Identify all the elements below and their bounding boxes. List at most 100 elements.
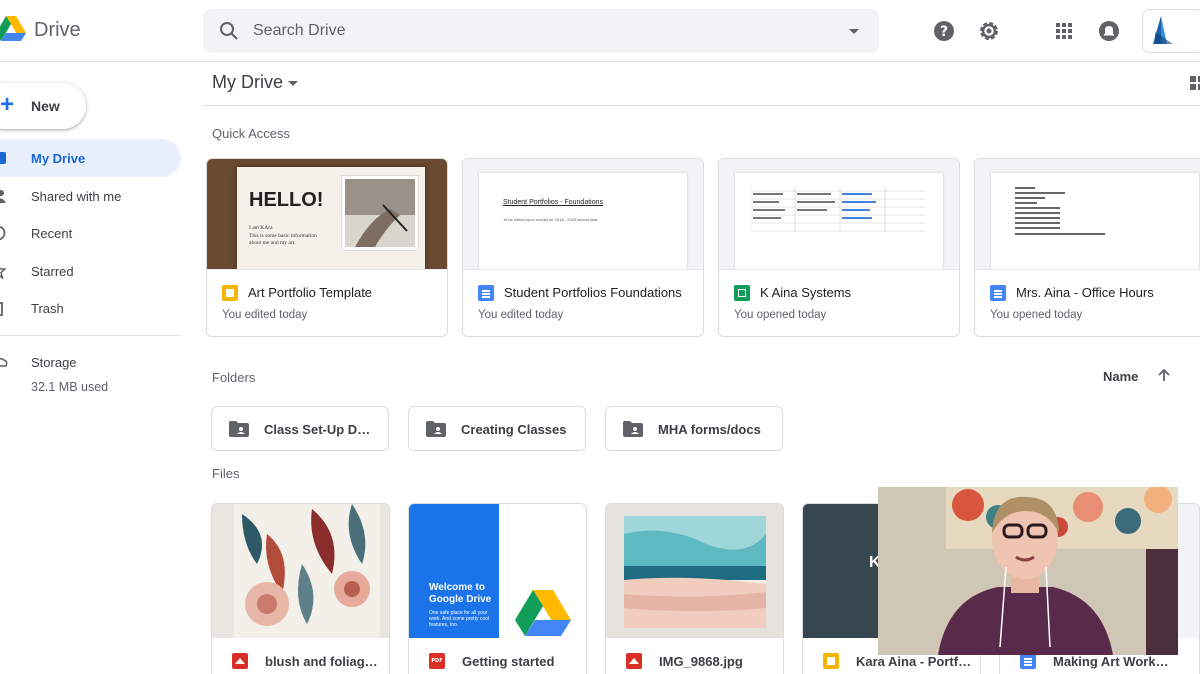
people-icon: [0, 189, 6, 203]
activity-text: You opened today: [734, 309, 827, 321]
search-icon[interactable]: [219, 21, 239, 41]
section-heading-quick-access: Quick Access: [212, 126, 291, 141]
slides-icon: [222, 285, 238, 301]
welcome-text: One safe place for all your work. And so…: [429, 610, 490, 628]
shared-folder-icon: [623, 421, 643, 437]
file-label: Making Art Work Digital: [1053, 654, 1169, 669]
account-avatar[interactable]: [1142, 9, 1200, 53]
file-item[interactable]: IMG_9868.jpg: [605, 503, 784, 674]
folder-label: MHA forms/docs: [658, 422, 761, 437]
main-divider: [203, 105, 1200, 106]
file-label: blush and foliage watercolor: [265, 654, 381, 669]
notifications-icon[interactable]: [1097, 19, 1121, 43]
chevron-down-icon[interactable]: [288, 81, 298, 86]
search-input[interactable]: [253, 17, 813, 45]
arrow-up-icon[interactable]: [1157, 368, 1171, 382]
doc-text: To be edited upon receipt for 2018 - 201…: [503, 217, 598, 222]
sidebar-item-starred[interactable]: Starred: [0, 252, 181, 290]
folder-label: Class Set-Up Documents: [264, 422, 378, 437]
file-thumbnail: [606, 504, 783, 638]
drawing-hand-photo: [345, 179, 415, 247]
sidebar-divider: [0, 335, 181, 336]
apps-grid-icon[interactable]: [1052, 19, 1076, 43]
search-options-icon[interactable]: [849, 29, 859, 34]
folder-label: Creating Classes: [461, 422, 567, 437]
docs-icon: [478, 285, 494, 301]
activity-text: You opened today: [990, 309, 1083, 321]
sidebar-item-shared-with-me[interactable]: Shared with me: [0, 177, 181, 215]
activity-text: You edited today: [478, 309, 564, 321]
quick-access-card[interactable]: K Aina Systems You opened today: [718, 158, 960, 337]
settings-icon[interactable]: [977, 19, 1001, 43]
doc-heading: Student Portfolios - Foundations: [503, 199, 604, 206]
quick-access-card[interactable]: Student Portfolios - Foundations To be e…: [462, 158, 704, 337]
sidebar-item-label: Trash: [31, 301, 64, 316]
storage-label[interactable]: Storage: [31, 355, 77, 370]
file-label: Kara Aina - Portfolio: [856, 654, 972, 669]
doc-text-lines-graphic: [1015, 187, 1105, 235]
file-title: Student Portfolios Foundations: [504, 285, 682, 300]
sheet-preview: [735, 173, 943, 269]
slide-heading: HELLO!: [249, 189, 324, 211]
card-thumbnail: Student Portfolios - Foundations To be e…: [463, 159, 703, 270]
quick-access-card[interactable]: HELLO! I am KAra This is some basic info…: [206, 158, 448, 337]
card-thumbnail: [975, 159, 1200, 270]
file-label: IMG_9868.jpg: [659, 654, 743, 669]
section-heading-files: Files: [212, 466, 240, 481]
image-file-icon: [232, 653, 248, 669]
section-heading-folders: Folders: [212, 370, 256, 385]
folder-item[interactable]: MHA forms/docs: [605, 406, 783, 451]
help-icon[interactable]: ?: [932, 19, 956, 43]
welcome-panel: Welcome to Google Drive One safe place f…: [409, 504, 499, 638]
file-thumbnail: [212, 504, 389, 638]
drive-logo-icon[interactable]: [0, 14, 26, 44]
activity-text: You edited today: [222, 309, 308, 321]
slides-icon: [823, 653, 839, 669]
sort-by-name-button[interactable]: Name: [1103, 369, 1138, 384]
slide-preview: HELLO! I am KAra This is some basic info…: [237, 167, 425, 269]
folder-item[interactable]: Class Set-Up Documents: [211, 406, 389, 451]
sidebar-item-label: Shared with me: [31, 188, 122, 204]
drive-app: Drive ?: [0, 0, 1200, 674]
seascape-painting-image: [624, 516, 766, 628]
svg-text:?: ?: [940, 24, 948, 40]
pdf-icon: PDF: [429, 653, 445, 669]
sidebar-item-my-drive[interactable]: My Drive: [0, 139, 181, 177]
file-item[interactable]: blush and foliage watercolor: [211, 503, 390, 674]
grid-view-icon[interactable]: [1190, 76, 1200, 90]
slide-photo-frame: [341, 175, 419, 251]
app-brand[interactable]: Drive: [34, 19, 81, 42]
file-item[interactable]: Welcome to Google Drive One safe place f…: [408, 503, 587, 674]
card-thumbnail: [719, 159, 959, 270]
spreadsheet-grid-graphic: [751, 187, 925, 233]
star-icon: [0, 266, 6, 279]
sidebar-item-trash[interactable]: Trash: [0, 289, 181, 327]
docs-icon: [1020, 653, 1036, 669]
new-button-label: New: [31, 98, 60, 114]
new-button[interactable]: + New: [0, 83, 86, 129]
shared-folder-icon: [426, 421, 446, 437]
quick-access-card[interactable]: Mrs. Aina - Office Hours You opened toda…: [974, 158, 1200, 337]
sidebar-item-label: Starred: [31, 263, 74, 279]
file-title: K Aina Systems: [760, 285, 852, 300]
sidebar-item-label: My Drive: [31, 151, 86, 166]
sidebar-item-recent[interactable]: Recent: [0, 214, 181, 252]
watercolor-painting-image: [234, 504, 380, 638]
drive-logo-icon: [515, 590, 571, 636]
image-file-icon: [626, 653, 642, 669]
storage-used: 32.1 MB used: [31, 380, 109, 394]
cloud-storage-icon: [0, 357, 8, 367]
card-thumbnail: HELLO! I am KAra This is some basic info…: [207, 159, 447, 270]
shared-folder-icon: [229, 421, 249, 437]
folder-item[interactable]: Creating Classes: [408, 406, 586, 451]
doc-preview: Student Portfolios - Foundations To be e…: [479, 173, 687, 269]
top-bar: Drive ?: [0, 0, 1200, 62]
sidebar-nav: My Drive Shared with me Recent Starred T…: [0, 139, 181, 327]
sidebar-item-label: Recent: [31, 226, 73, 241]
search-bar[interactable]: [203, 9, 879, 53]
my-drive-icon: [0, 152, 6, 164]
plus-icon: +: [0, 91, 15, 118]
file-title: Mrs. Aina - Office Hours: [1016, 285, 1154, 300]
file-label: Getting started: [462, 654, 555, 669]
breadcrumb[interactable]: My Drive: [212, 72, 283, 93]
